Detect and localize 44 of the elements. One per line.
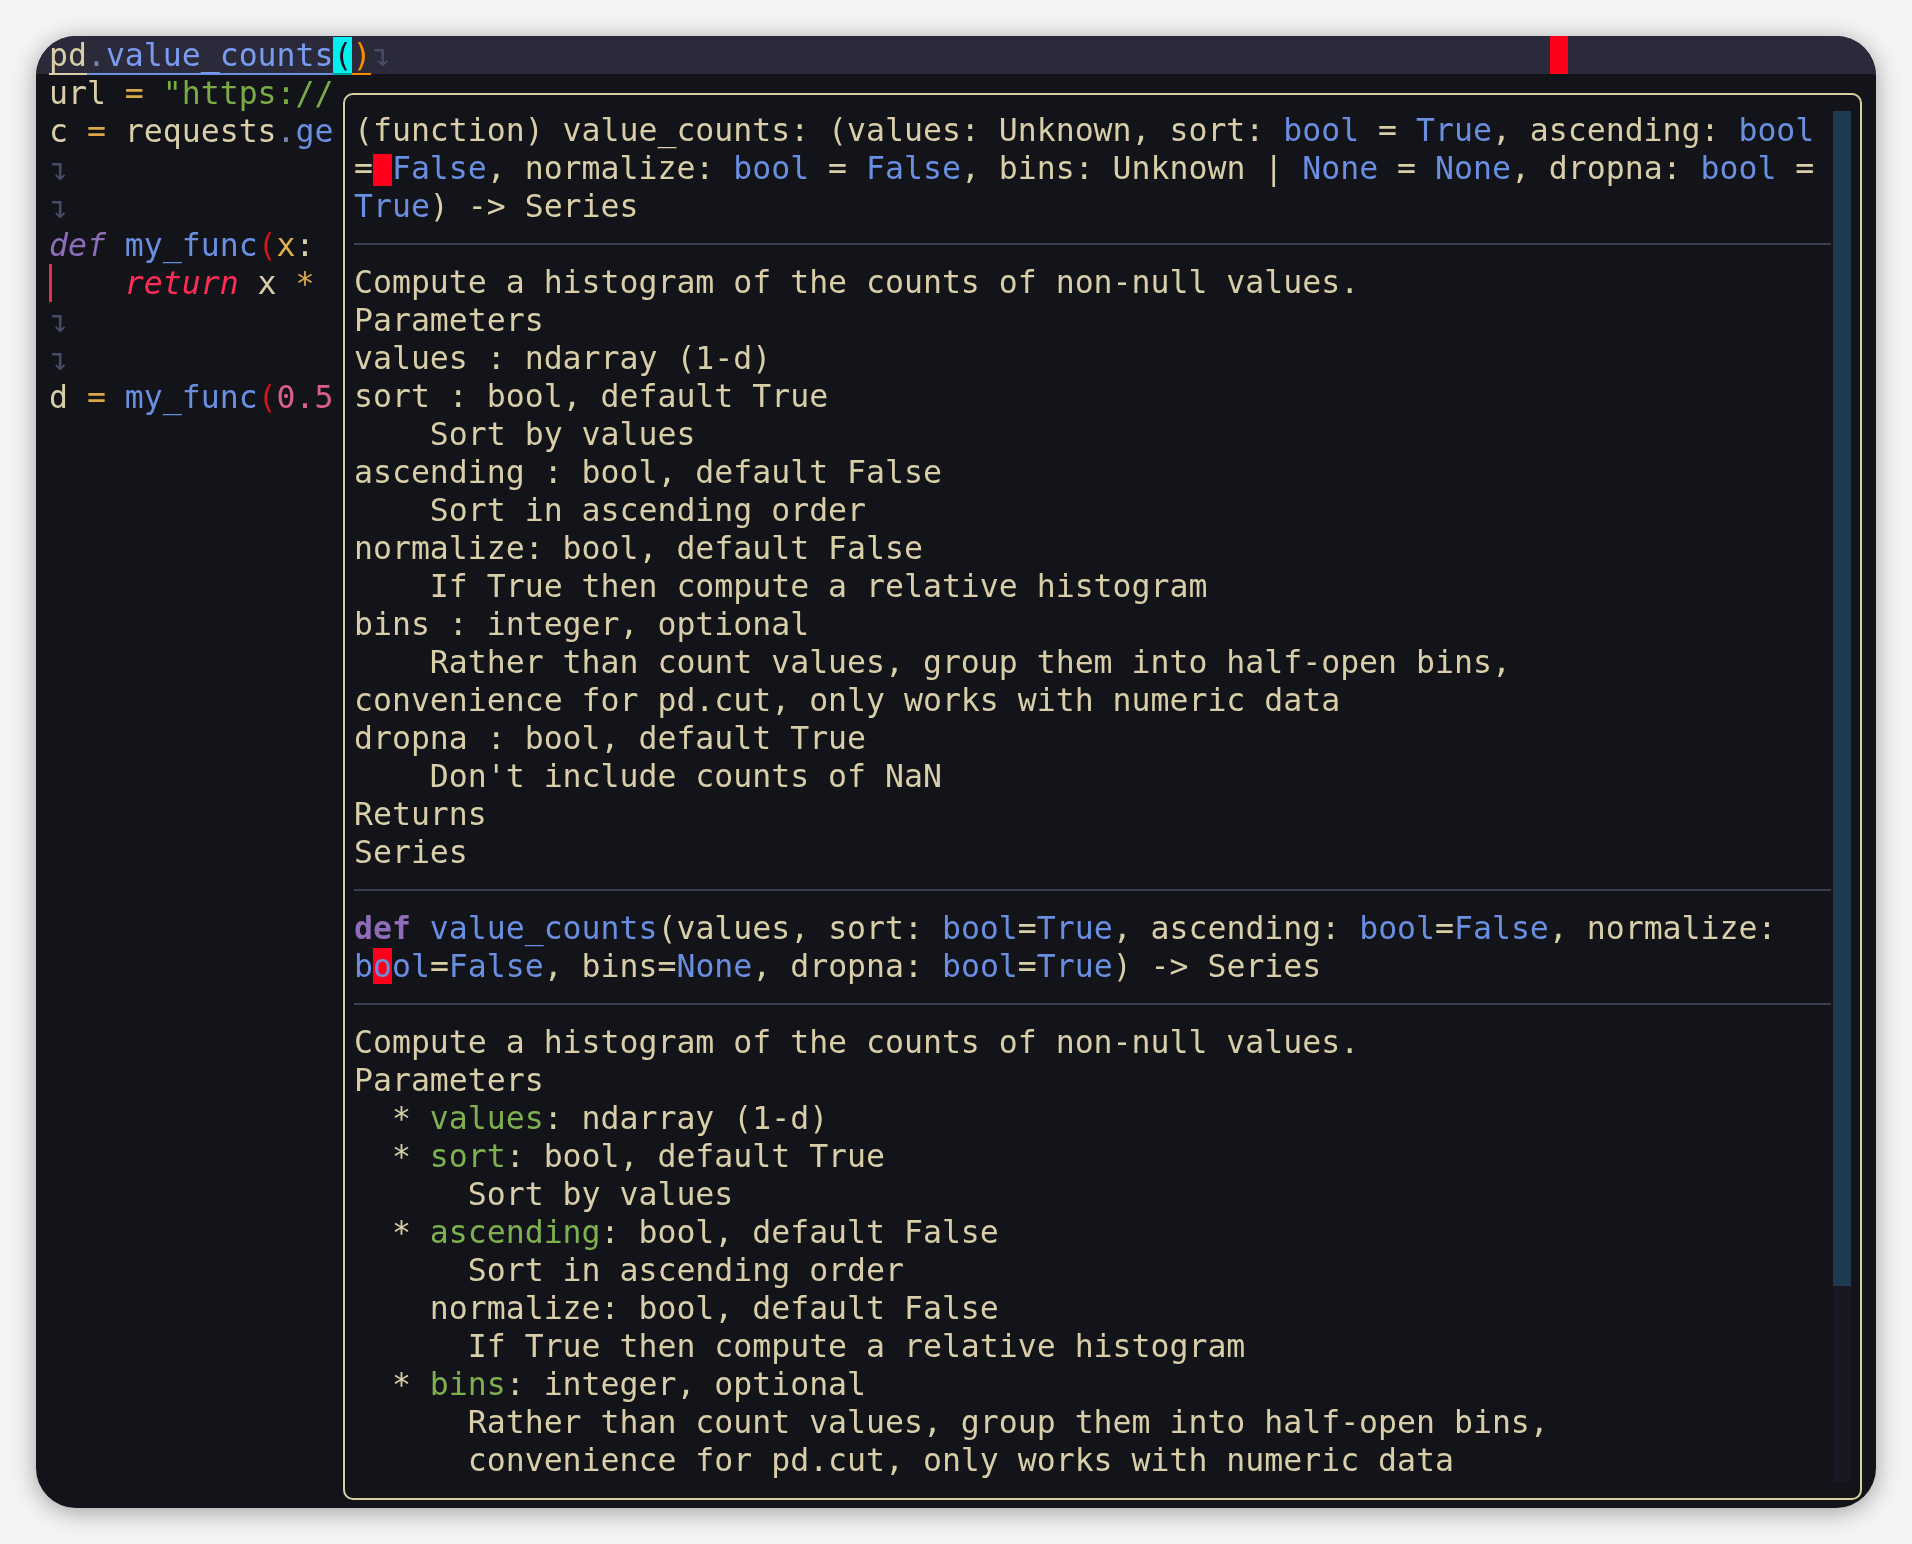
doc-line: ascending : bool, default False: [354, 453, 943, 491]
doc-line: Rather than count values, group them into half-open bins,: [466, 1403, 1550, 1441]
doc-line: Rather than count values, group them into half-open bins,: [428, 643, 1512, 681]
code-line: return x *: [49, 264, 315, 302]
code-line: ↴: [49, 302, 68, 340]
signature-line: (function) value_counts: (values: Unknown, sort: bool = True, ascending: bool: [354, 111, 1816, 149]
doc-line: Returns: [354, 795, 488, 833]
doc-line: convenience for pd.cut, only works with numeric data: [354, 681, 1342, 719]
doc-line: bins : integer, optional: [354, 605, 811, 643]
doc-line: * values: ndarray (1-d): [390, 1099, 830, 1137]
code-line: pd.value_counts()↴: [49, 36, 391, 74]
doc-line: dropna : bool, default True: [354, 719, 868, 757]
doc-line: values : ndarray (1-d): [354, 339, 773, 377]
definition-line: def value_counts(values, sort: bool=True, ascending: bool=False, normalize:: [354, 909, 1778, 947]
column-marker: [1550, 36, 1568, 74]
doc-line: * ascending: bool, default False: [390, 1213, 1000, 1251]
doc-line: Sort by values: [428, 415, 697, 453]
doc-line: Sort in ascending order: [466, 1251, 905, 1289]
doc-line: convenience for pd.cut, only works with numeric data: [466, 1441, 1455, 1479]
doc-line: If True then compute a relative histogram: [428, 567, 1209, 605]
doc-line: Don't include counts of NaN: [428, 757, 943, 795]
code-line: def my_func(x:: [49, 226, 315, 264]
code-line: c = requests.ge: [49, 112, 334, 150]
code-line: ↴: [49, 188, 68, 226]
signature-line: = False, normalize: bool = False, bins: Unknown | None = None, dropna: bool =: [354, 149, 1816, 187]
code-line: ↴: [49, 340, 68, 378]
doc-line: * sort: bool, default True: [390, 1137, 886, 1175]
doc-line: sort : bool, default True: [354, 377, 830, 415]
doc-line: Compute a histogram of the counts of non-null values.: [354, 1023, 1361, 1061]
doc-line: normalize: bool, default False: [354, 529, 924, 567]
doc-line: Sort in ascending order: [428, 491, 868, 529]
doc-line: normalize: bool, default False: [428, 1289, 1000, 1327]
code-line: ↴: [49, 150, 68, 188]
doc-line: Parameters: [354, 1061, 545, 1099]
doc-line: Sort by values: [466, 1175, 735, 1213]
doc-line: Parameters: [354, 301, 545, 339]
doc-line: If True then compute a relative histogram: [466, 1327, 1247, 1365]
doc-line: * bins: integer, optional: [390, 1365, 868, 1403]
doc-line: Series: [354, 833, 469, 871]
definition-line: bool=False, bins=None, dropna: bool=True) -> Series: [354, 947, 1323, 985]
code-line: url = "https://: [49, 74, 334, 112]
code-line: d = my_func(0.5: [49, 378, 334, 416]
signature-line: True) -> Series: [354, 187, 640, 225]
doc-line: Compute a histogram of the counts of non-null values.: [354, 263, 1361, 301]
